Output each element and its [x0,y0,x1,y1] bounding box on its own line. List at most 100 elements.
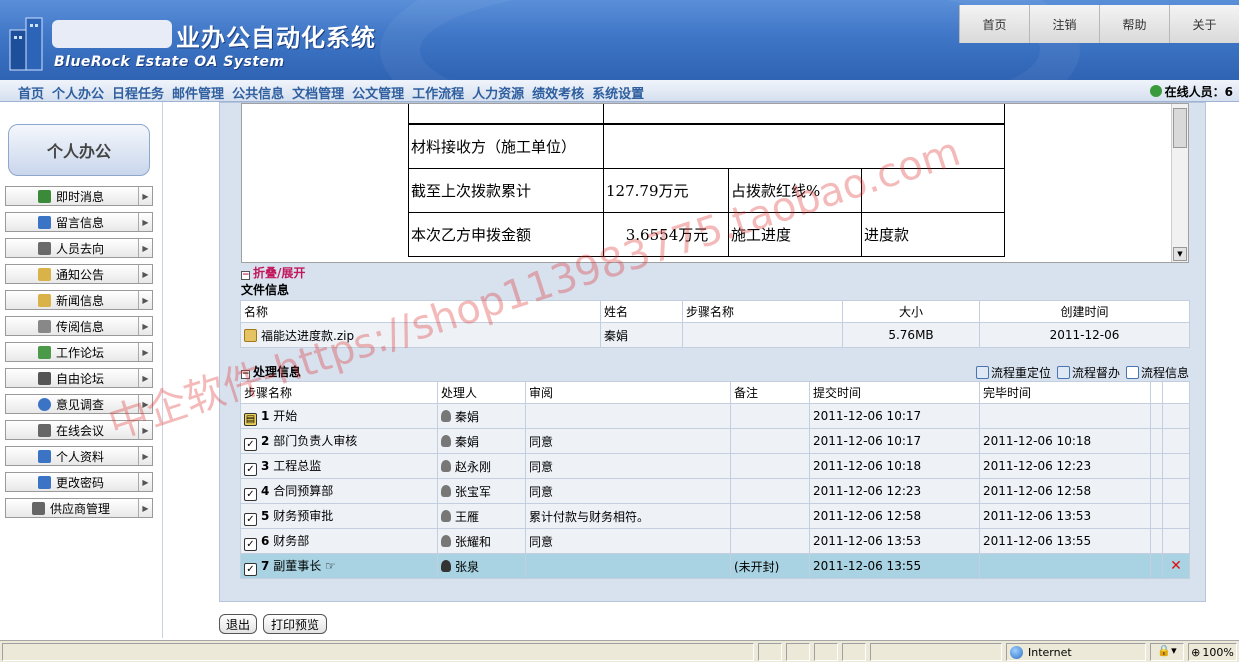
globe-icon [1010,645,1023,659]
table-row[interactable]: ✓ 2 部门负责人审核 秦娟 同意 2011-12-06 10:17 2011-1… [240,428,1190,454]
scroll-down-arrow-icon[interactable]: ▼ [1173,247,1187,261]
table-row[interactable]: ✓ 6 财务部 张耀和 同意 2011-12-06 13:53 2011-12-0… [240,528,1190,554]
file-name-cell[interactable]: 福能达进度款.zip [240,322,601,348]
table-row-current[interactable]: ✓ 7 副董事长 ☞ 张泉 (未开封) 2011-12-06 13:55 ✕ [240,553,1190,579]
security-zone[interactable]: Internet [1006,643,1146,661]
main-panel: 材料接收方（施工单位） 截至上次拨款累计 127.79万元 占拨款红线% 本次乙… [219,102,1206,602]
sidebar-item-work-forum[interactable]: 工作论坛 ▶ [5,342,153,362]
pointing-hand-icon: ☞ [325,558,336,573]
delete-icon[interactable]: ✕ [1170,558,1182,574]
process-table-header: 步骤名称 处理人 审阅 备注 提交时间 完毕时间 [240,381,1190,404]
zoom-control[interactable]: ⊕ 100% [1188,643,1237,661]
process-col-review: 审阅 [525,381,731,404]
top-link-about[interactable]: 关于 [1169,5,1239,43]
chevron-right-icon: ▶ [138,187,152,205]
doc-value-receiver [603,124,1005,169]
exit-button[interactable]: 退出 [219,614,257,634]
nav-personal-office[interactable]: 个人办公 [52,83,104,102]
table-row[interactable]: ✓ 3 工程总监 赵永刚 同意 2011-12-06 10:18 2011-12-… [240,453,1190,479]
top-link-help[interactable]: 帮助 [1099,5,1169,43]
profile-icon [38,449,51,463]
nav-documents[interactable]: 文档管理 [292,83,344,102]
online-users-label: 在线人员：6 [1164,85,1233,99]
nav-schedule[interactable]: 日程任务 [112,83,164,102]
nav-workflow[interactable]: 工作流程 [412,83,464,102]
collapse-label: 折叠/展开 [253,266,306,280]
top-link-logout[interactable]: 注销 [1029,5,1099,43]
chevron-right-icon: ▶ [138,239,152,257]
chevron-right-icon: ▶ [138,499,152,517]
folder-icon [38,293,51,307]
sidebar-item-instant-message[interactable]: 即时消息 ▶ [5,186,153,206]
forum-icon [38,371,51,385]
nav-settings[interactable]: 系统设置 [592,83,644,102]
app-header: 业办公自动化系统 BlueRock Estate OA System 首页 注销… [0,0,1239,80]
collapse-icon[interactable]: − [241,370,250,379]
chevron-right-icon: ▶ [138,265,152,283]
sidebar-item-survey[interactable]: 意见调查 ▶ [5,394,153,414]
flow-info-link[interactable]: 流程信息 [1125,364,1189,381]
nav-mail[interactable]: 邮件管理 [172,83,224,102]
document-scrollbar[interactable]: ▼ [1171,104,1188,262]
doc-value-progress: 进度款 [861,212,1005,257]
flow-relocate-link[interactable]: 流程重定位 [975,364,1051,381]
status-cell [786,643,810,661]
doc-cell-top-a [408,104,604,124]
sidebar-item-notes[interactable]: 留言信息 ▶ [5,212,153,232]
sidebar-item-meeting[interactable]: 在线会议 ▶ [5,420,153,440]
forum-icon [38,345,51,359]
collapse-toggle[interactable]: − 折叠/展开 [241,264,305,281]
table-row[interactable]: ▤ 1 开始 秦娟 2011-12-06 10:17 [240,403,1190,429]
status-message [2,643,754,661]
status-cell [814,643,838,661]
file-created-cell: 2011-12-06 [979,322,1190,348]
nav-hr[interactable]: 人力资源 [472,83,524,102]
nav-home[interactable]: 首页 [18,83,44,102]
table-row[interactable]: ✓ 4 合同预算部 张宝军 同意 2011-12-06 12:23 2011-12… [240,478,1190,504]
nav-official-docs[interactable]: 公文管理 [352,83,404,102]
process-col-action [1162,381,1190,404]
file-person-cell: 秦娟 [600,322,683,348]
scroll-thumb[interactable] [1173,108,1187,148]
file-col-person: 姓名 [600,300,683,323]
collapse-icon: − [241,270,250,280]
process-col-extra [1150,381,1163,404]
sidebar-item-change-password[interactable]: 更改密码 ▶ [5,472,153,492]
chevron-right-icon: ▶ [138,343,152,361]
doc-label-receiver: 材料接收方（施工单位） [408,124,604,169]
sidebar-item-notices[interactable]: 通知公告 ▶ [5,264,153,284]
start-step-icon: ▤ [244,412,257,426]
sidebar: 个人办公 即时消息 ▶ 留言信息 ▶ 人员去向 ▶ 通知公告 ▶ 新闻信息 ▶ 传阅信息 ▶… [0,102,163,638]
doc-cell-top-b [603,104,1005,124]
online-users[interactable]: 在线人员：6 [1149,83,1233,100]
sidebar-item-suppliers[interactable]: 供应商管理 ▶ [5,498,153,518]
chevron-right-icon: ▶ [138,473,152,491]
status-cell [758,643,782,661]
chevron-right-icon: ▶ [138,421,152,439]
process-col-finished: 完毕时间 [979,381,1151,404]
top-link-home[interactable]: 首页 [959,5,1029,43]
sidebar-item-whereabouts[interactable]: 人员去向 ▶ [5,238,153,258]
file-col-created: 创建时间 [979,300,1190,323]
print-preview-button[interactable]: 打印预览 [263,614,327,634]
document-frame: 材料接收方（施工单位） 截至上次拨款累计 127.79万元 占拨款红线% 本次乙… [241,103,1189,263]
redacted-logo-text [52,20,172,48]
zip-file-icon [244,328,257,342]
doc-label-progress: 施工进度 [728,212,862,257]
process-col-submitted: 提交时间 [809,381,980,404]
doc-value-redline [861,168,1005,213]
sidebar-item-news[interactable]: 新闻信息 ▶ [5,290,153,310]
process-section-title: − 处理信息 [241,365,302,379]
sidebar-item-circulation[interactable]: 传阅信息 ▶ [5,316,153,336]
nav-public-info[interactable]: 公共信息 [232,83,284,102]
table-row[interactable]: ✓ 5 财务预审批 王雁 累计付款与财务相符。 2011-12-06 12:58 … [240,503,1190,529]
folder-icon [38,267,51,281]
main-nav: 首页 个人办公 日程任务 邮件管理 公共信息 文档管理 公文管理 工作流程 人力… [0,80,1239,102]
flow-supervise-link[interactable]: 流程督办 [1056,364,1120,381]
nav-performance[interactable]: 绩效考核 [532,83,584,102]
chevron-right-icon: ▶ [138,317,152,335]
protected-mode-toggle[interactable]: 🔒▾ [1150,643,1184,661]
sidebar-item-free-forum[interactable]: 自由论坛 ▶ [5,368,153,388]
arrow-right-icon [975,366,989,379]
sidebar-item-profile[interactable]: 个人资料 ▶ [5,446,153,466]
